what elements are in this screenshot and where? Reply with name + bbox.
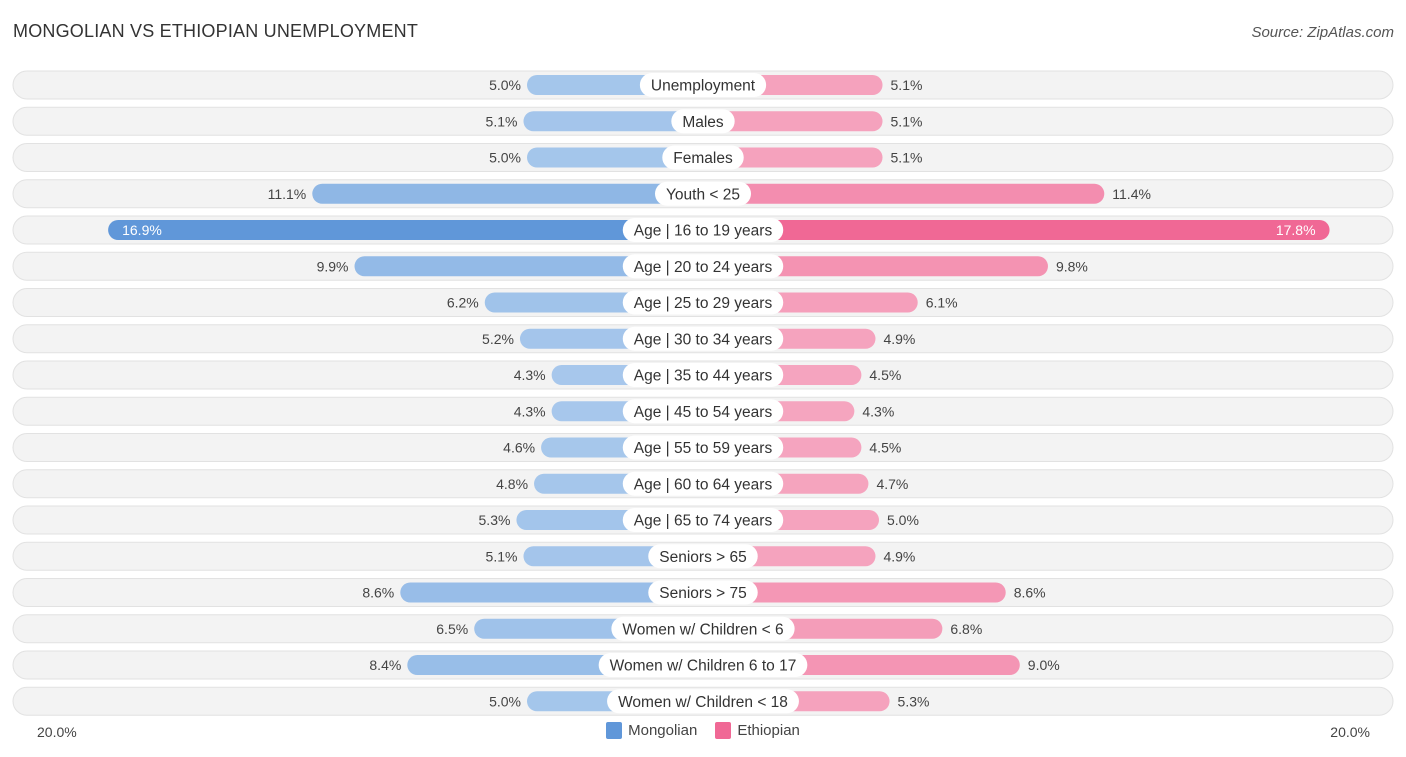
legend-swatch-mongolian (606, 722, 623, 739)
value-label-ethiopian: 4.9% (883, 548, 915, 564)
chart-row: 6.5% 6.8% Women w/ Children < 6 (12, 614, 1394, 644)
value-label-ethiopian: 4.3% (862, 403, 894, 419)
value-label-ethiopian: 6.8% (950, 621, 982, 637)
chart-row: 11.1% 11.4% Youth < 25 (12, 179, 1394, 209)
legend-swatch-ethiopian (715, 722, 732, 739)
value-label-ethiopian: 8.6% (1014, 585, 1046, 601)
legend: Mongolian Ethiopian (0, 722, 1406, 739)
category-label: Age | 55 to 59 years (634, 440, 773, 457)
category-label: Age | 25 to 29 years (634, 295, 773, 312)
value-label-ethiopian: 5.1% (891, 150, 923, 166)
value-label-mongolian: 6.2% (447, 295, 479, 311)
chart-row: 4.3% 4.5% Age | 35 to 44 years (12, 360, 1394, 390)
chart-row: 16.9% 17.8% Age | 16 to 19 years (12, 215, 1394, 245)
category-label: Age | 65 to 74 years (634, 513, 773, 530)
value-label-ethiopian: 4.7% (876, 476, 908, 492)
value-label-ethiopian: 5.1% (891, 113, 923, 129)
chart-row: 5.1% 4.9% Seniors > 65 (12, 541, 1394, 571)
value-label-mongolian: 4.3% (514, 403, 546, 419)
value-label-ethiopian: 5.1% (891, 77, 923, 93)
category-label: Unemployment (651, 78, 756, 95)
value-label-ethiopian: 4.9% (883, 331, 915, 347)
value-label-mongolian: 4.8% (496, 476, 528, 492)
chart-row: 5.0% 5.1% Females (12, 143, 1394, 172)
chart-row: 9.9% 9.8% Age | 20 to 24 years (12, 251, 1394, 281)
bar-mongolian (108, 220, 714, 240)
value-label-ethiopian: 5.3% (898, 693, 930, 709)
value-label-ethiopian: 17.8% (1276, 222, 1316, 238)
legend-label-ethiopian: Ethiopian (737, 722, 800, 739)
category-label: Age | 16 to 19 years (634, 223, 773, 240)
category-label: Women w/ Children 6 to 17 (610, 658, 797, 675)
value-label-mongolian: 9.9% (317, 258, 349, 274)
chart-row: 8.4% 9.0% Women w/ Children 6 to 17 (12, 650, 1394, 680)
chart-row: 4.8% 4.7% Age | 60 to 64 years (12, 469, 1394, 499)
legend-item-mongolian[interactable]: Mongolian (606, 722, 697, 739)
value-label-ethiopian: 11.4% (1112, 186, 1151, 202)
chart-row: 5.0% 5.1% Unemployment (12, 70, 1394, 100)
category-label: Age | 45 to 54 years (634, 404, 773, 421)
chart-row: 6.2% 6.1% Age | 25 to 29 years (12, 288, 1394, 317)
category-label: Age | 30 to 34 years (634, 331, 773, 348)
category-label: Women w/ Children < 6 (622, 621, 783, 638)
value-label-ethiopian: 4.5% (869, 367, 901, 383)
bar-ethiopian (693, 220, 1330, 240)
value-label-ethiopian: 5.0% (887, 512, 919, 528)
value-label-mongolian: 4.3% (514, 367, 546, 383)
value-label-mongolian: 8.4% (369, 657, 401, 673)
legend-item-ethiopian[interactable]: Ethiopian (715, 722, 800, 739)
value-label-mongolian: 5.0% (489, 150, 521, 166)
value-label-ethiopian: 4.5% (869, 440, 901, 456)
value-label-mongolian: 4.6% (503, 440, 535, 456)
chart-row: 5.0% 5.3% Women w/ Children < 18 (12, 686, 1394, 716)
category-label: Seniors > 75 (659, 585, 746, 602)
category-label: Age | 20 to 24 years (634, 259, 773, 276)
value-label-mongolian: 16.9% (122, 222, 162, 238)
category-label: Seniors > 65 (659, 549, 746, 566)
category-label: Females (673, 150, 733, 167)
chart-row: 4.6% 4.5% Age | 55 to 59 years (12, 433, 1394, 462)
value-label-mongolian: 5.0% (489, 77, 521, 93)
value-label-mongolian: 6.5% (436, 621, 468, 637)
chart-row: 5.3% 5.0% Age | 65 to 74 years (12, 505, 1394, 535)
category-label: Women w/ Children < 18 (618, 694, 788, 711)
value-label-ethiopian: 6.1% (926, 295, 958, 311)
value-label-mongolian: 5.1% (486, 113, 518, 129)
value-label-mongolian: 8.6% (362, 585, 394, 601)
category-label: Youth < 25 (666, 186, 740, 203)
diverging-bar-chart: 5.0% 5.1% Unemployment 5.1% 5.1% Males 5.0% 5.1… (12, 70, 1394, 716)
value-label-mongolian: 11.1% (268, 186, 307, 202)
category-label: Males (682, 114, 724, 131)
value-label-mongolian: 5.3% (479, 512, 511, 528)
value-label-mongolian: 5.0% (489, 693, 521, 709)
value-label-mongolian: 5.1% (486, 548, 518, 564)
bar-ethiopian (693, 183, 1105, 204)
chart-row: 4.3% 4.3% Age | 45 to 54 years (12, 396, 1394, 426)
bar-mongolian (312, 183, 713, 204)
category-label: Age | 60 to 64 years (634, 476, 773, 493)
category-label: Age | 35 to 44 years (634, 368, 773, 385)
chart-row: 5.2% 4.9% Age | 30 to 34 years (12, 324, 1394, 354)
value-label-ethiopian: 9.8% (1056, 258, 1088, 274)
chart-row: 5.1% 5.1% Males (12, 106, 1394, 136)
legend-label-mongolian: Mongolian (628, 722, 698, 739)
chart-row: 8.6% 8.6% Seniors > 75 (12, 578, 1394, 607)
value-label-mongolian: 5.2% (482, 331, 514, 347)
value-label-ethiopian: 9.0% (1028, 657, 1060, 673)
